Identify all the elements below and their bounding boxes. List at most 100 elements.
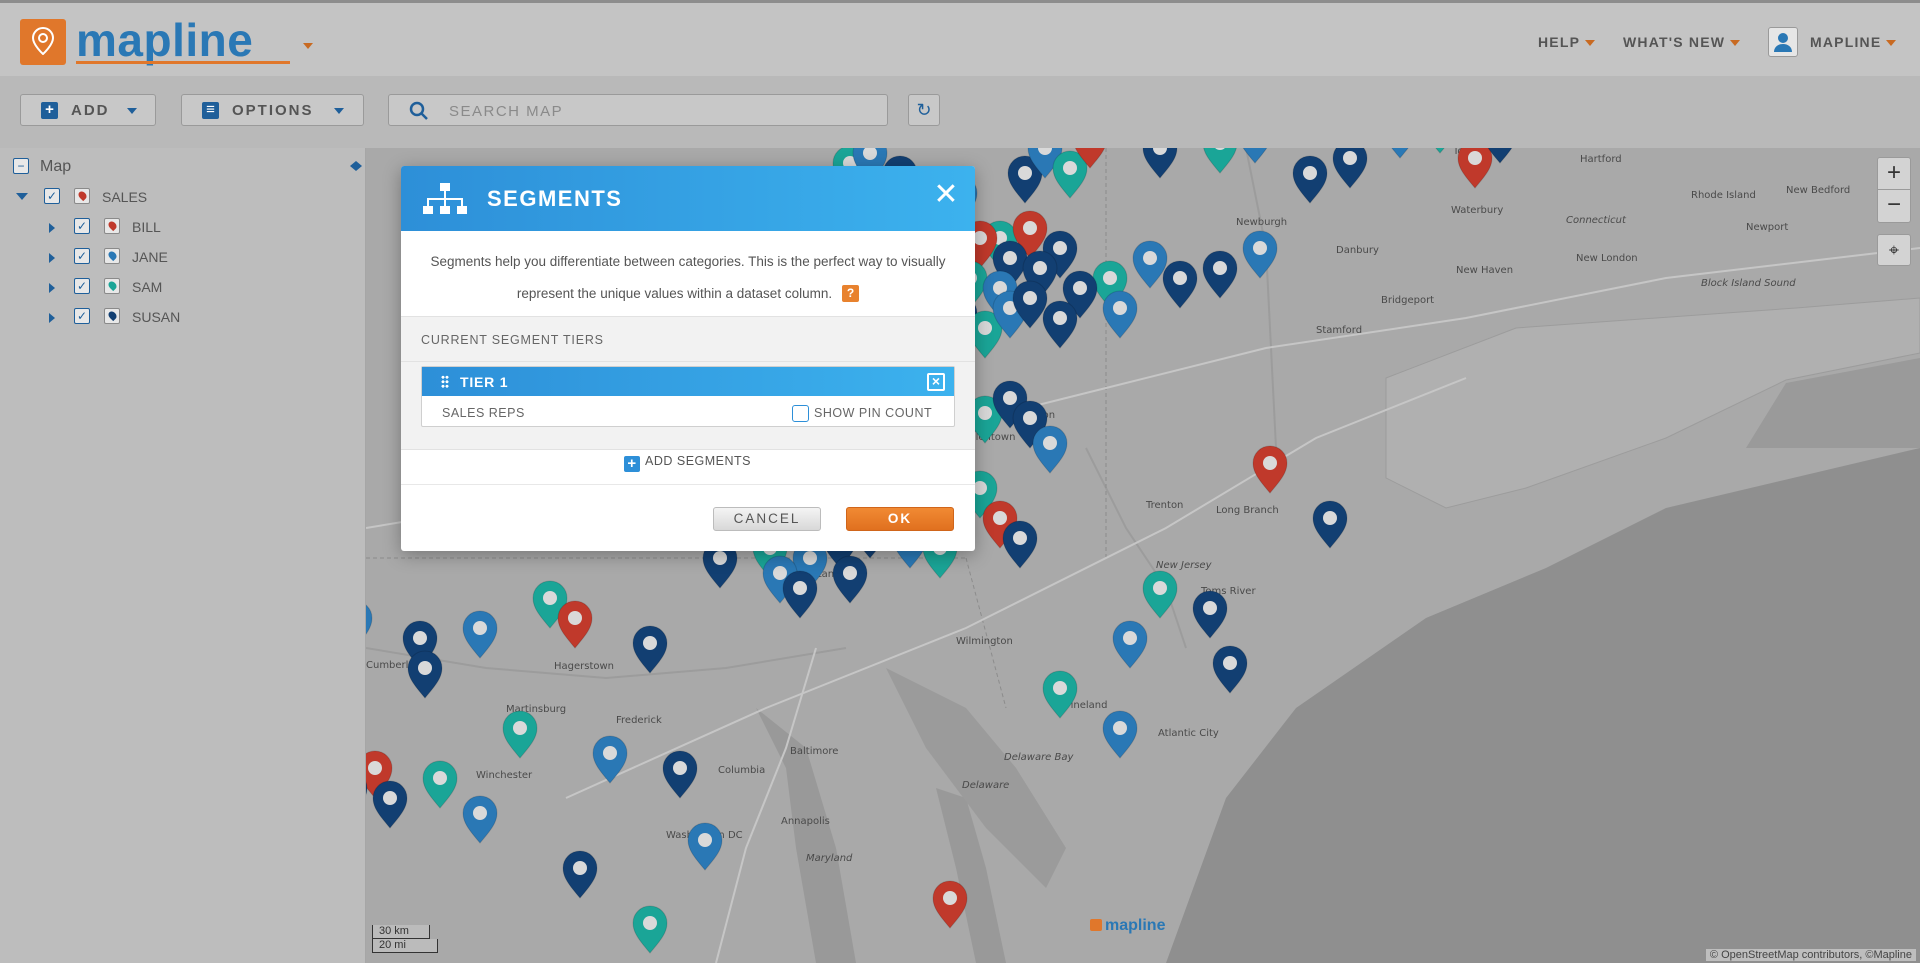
layer-checkbox[interactable]: ✓	[74, 278, 90, 294]
remove-tier-icon[interactable]: ×	[927, 373, 945, 391]
locate-icon[interactable]: ⌖	[1877, 234, 1911, 266]
map-pin-icon[interactable]	[932, 880, 968, 929]
map-pin-icon[interactable]	[422, 760, 458, 809]
map-pin-icon[interactable]	[1192, 590, 1228, 639]
logo-wordmark[interactable]: mapline	[76, 13, 253, 67]
map-pin-icon[interactable]	[1002, 520, 1038, 569]
map-pin-icon[interactable]	[1132, 240, 1168, 289]
help-menu[interactable]: HELP	[1538, 34, 1596, 50]
collapse-all-icon[interactable]: −	[13, 158, 29, 174]
map-pin-icon[interactable]	[1238, 148, 1272, 164]
map-pin-icon[interactable]	[832, 555, 868, 604]
map-pin-icon[interactable]	[592, 735, 628, 784]
map-pin-icon[interactable]	[1202, 250, 1238, 299]
divider	[401, 361, 975, 362]
map-pin-icon[interactable]	[1102, 710, 1138, 759]
layer-checkbox[interactable]: ✓	[74, 248, 90, 264]
refresh-icon[interactable]: ↻	[908, 94, 940, 126]
map-pin-icon[interactable]	[1142, 570, 1178, 619]
add-segments-button[interactable]: + ADD SEGMENTS	[624, 454, 751, 472]
expand-icon[interactable]	[49, 313, 55, 323]
add-button[interactable]: + ADD	[20, 94, 156, 126]
map-pin-icon[interactable]	[1383, 148, 1417, 159]
map-pin-icon[interactable]	[1312, 500, 1348, 549]
map-pin-icon[interactable]	[632, 905, 668, 954]
show-pin-count-checkbox[interactable]	[792, 405, 809, 422]
place-label: Block Island Sound	[1701, 278, 1796, 289]
tier-field-name[interactable]: SALES REPS	[442, 406, 525, 420]
drag-handle-icon[interactable]	[441, 375, 449, 388]
place-label: Atlantic City	[1158, 728, 1219, 739]
options-button[interactable]: ≡ OPTIONS	[181, 94, 364, 126]
layer-label: SAM	[132, 279, 163, 295]
expand-icon[interactable]	[49, 283, 55, 293]
map-pin-icon[interactable]	[462, 610, 498, 659]
pin-icon	[104, 278, 120, 294]
layer-checkbox[interactable]: ✓	[74, 218, 90, 234]
map-pin-icon[interactable]	[1242, 230, 1278, 279]
tier-title: TIER 1	[460, 374, 509, 390]
map-pin-icon[interactable]	[557, 600, 593, 649]
zoom-out-button[interactable]: −	[1878, 190, 1910, 222]
whats-new-menu[interactable]: WHAT'S NEW	[1623, 34, 1741, 50]
layer-checkbox[interactable]: ✓	[44, 188, 60, 204]
list-icon: ≡	[202, 102, 219, 119]
map-pin-icon[interactable]	[1332, 148, 1368, 189]
map-pin-icon[interactable]	[1423, 148, 1457, 154]
map-pin-icon[interactable]	[407, 650, 443, 699]
description-text: Segments help you differentiate between …	[430, 254, 946, 301]
place-label: Frederick	[616, 715, 662, 726]
hierarchy-icon	[423, 183, 467, 214]
collapse-icon[interactable]	[16, 193, 28, 200]
map-pin-icon[interactable]	[1212, 645, 1248, 694]
map-pin-icon[interactable]	[1457, 148, 1493, 189]
map-pin-icon[interactable]	[462, 795, 498, 844]
layer-checkbox[interactable]: ✓	[74, 308, 90, 324]
map-pin-icon[interactable]	[502, 710, 538, 759]
map-pin-icon[interactable]	[1112, 620, 1148, 669]
close-icon[interactable]: ✕	[931, 180, 961, 210]
map-pin-icon[interactable]	[562, 850, 598, 899]
zoom-in-button[interactable]: +	[1878, 158, 1910, 190]
expand-sidebar-icon[interactable]	[356, 161, 362, 171]
whats-new-label: WHAT'S NEW	[1623, 34, 1726, 50]
help-icon[interactable]: ?	[842, 285, 860, 302]
map-pin-icon[interactable]	[782, 570, 818, 619]
toolbar: + ADD ≡ OPTIONS ↻	[0, 76, 1920, 148]
account-menu[interactable]: MAPLINE	[1810, 34, 1897, 50]
top-bar: mapline HELP WHAT'S NEW MAPLINE	[0, 0, 1920, 76]
place-label: New London	[1576, 253, 1638, 264]
tree-root-label: Map	[40, 158, 72, 175]
map-watermark: mapline	[1090, 917, 1165, 935]
map-pin-icon[interactable]	[662, 750, 698, 799]
watermark-text: mapline	[1105, 917, 1166, 934]
logo-icon[interactable]	[20, 19, 66, 65]
user-avatar-icon[interactable]	[1768, 27, 1798, 57]
map-pin-icon[interactable]	[372, 780, 408, 829]
map-pin-icon[interactable]	[1042, 300, 1078, 349]
map-pin-icon[interactable]	[687, 822, 723, 871]
pin-icon	[104, 308, 120, 324]
search-input[interactable]	[449, 101, 869, 121]
map-attribution[interactable]: © OpenStreetMap contributors, ©Mapline	[1705, 949, 1916, 961]
search-box[interactable]	[388, 94, 888, 126]
place-label: Danbury	[1336, 245, 1379, 256]
ok-button[interactable]: OK	[846, 507, 954, 531]
map-pin-icon[interactable]	[1203, 148, 1237, 174]
map-pin-icon[interactable]	[1292, 155, 1328, 204]
map-pin-icon[interactable]	[1102, 290, 1138, 339]
map-pin-icon[interactable]	[1252, 445, 1288, 494]
map-pin-icon[interactable]	[1162, 260, 1198, 309]
chevron-down-icon[interactable]	[303, 43, 313, 49]
map-pin-icon[interactable]	[366, 601, 373, 648]
place-label: Annapolis	[781, 816, 830, 827]
map-pin-icon[interactable]	[1032, 425, 1068, 474]
map-pin-icon[interactable]	[632, 625, 668, 674]
cancel-button[interactable]: CANCEL	[713, 507, 821, 531]
map-pin-icon[interactable]	[1142, 148, 1178, 179]
show-pin-count-label[interactable]: SHOW PIN COUNT	[814, 406, 932, 420]
place-label: Columbia	[718, 765, 765, 776]
expand-icon[interactable]	[49, 253, 55, 263]
expand-icon[interactable]	[49, 223, 55, 233]
place-label: New Bedford	[1786, 185, 1850, 196]
